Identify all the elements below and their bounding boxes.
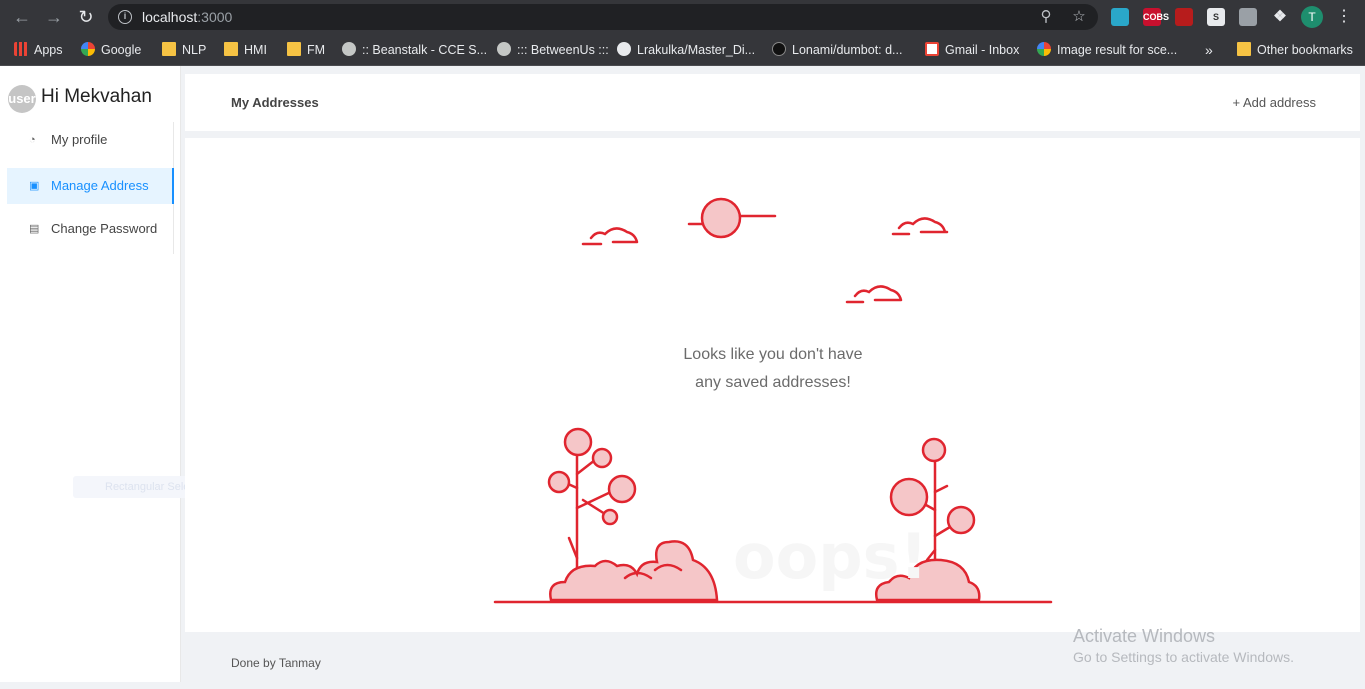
chrome-menu-icon[interactable]: ⋮ bbox=[1336, 7, 1352, 27]
globe-icon bbox=[497, 42, 511, 56]
bookmark-nlp[interactable]: NLP bbox=[162, 41, 206, 59]
bookmark-gmail[interactable]: Gmail - Inbox bbox=[925, 41, 1019, 59]
windows-activation-watermark: Activate Windows Go to Settings to activ… bbox=[1073, 625, 1294, 667]
sidebar: user Hi Mekvahan ◔ My profile ▣ Manage A… bbox=[0, 66, 181, 682]
globe-icon bbox=[342, 42, 356, 56]
github-icon bbox=[617, 42, 631, 56]
s-extension-icon[interactable]: S bbox=[1207, 8, 1225, 26]
bookmarks-bar: Apps Google NLP HMI FM :: Beanstalk - CC… bbox=[0, 34, 1365, 66]
ghost-extension-icon[interactable] bbox=[1111, 8, 1129, 26]
add-address-button[interactable]: + Add address bbox=[1233, 95, 1316, 110]
desktop-icon: ▣ bbox=[29, 180, 40, 192]
empty-state-message: Looks like you don't have any saved addr… bbox=[663, 341, 883, 397]
browser-toolbar: ← → ↻ i localhost:3000 ⚲ ☆ COBS S ❖ T ⋮ bbox=[0, 0, 1365, 34]
bookmark-image-result[interactable]: Image result for sce... bbox=[1037, 41, 1177, 59]
google-icon bbox=[81, 42, 95, 56]
oops-watermark-text: oops! bbox=[733, 520, 928, 593]
zoom-icon[interactable]: ⚲ bbox=[1037, 8, 1055, 26]
sidebar-item-my-profile[interactable]: ◔ My profile bbox=[7, 122, 174, 158]
empty-message-line-1: Looks like you don't have bbox=[683, 346, 863, 363]
pie-chart-icon: ◔ bbox=[29, 134, 36, 146]
forward-arrow-icon[interactable]: → bbox=[44, 7, 64, 27]
user-greeting: Hi Mekvahan bbox=[41, 86, 152, 107]
folder-icon bbox=[224, 42, 238, 56]
bookmark-google[interactable]: Google bbox=[81, 41, 141, 59]
lock-document-icon: ▤ bbox=[29, 223, 40, 235]
page-header: My Addresses + Add address bbox=[185, 74, 1360, 131]
bookmark-betweenus[interactable]: ::: BetweenUs ::: bbox=[497, 41, 609, 59]
folder-icon bbox=[1237, 42, 1251, 56]
sidebar-item-manage-address[interactable]: ▣ Manage Address bbox=[7, 168, 174, 204]
tree-fruit bbox=[921, 437, 947, 463]
apps-grid-icon bbox=[14, 42, 28, 56]
sidebar-item-change-password[interactable]: ▤ Change Password bbox=[7, 211, 174, 247]
cloud-icon bbox=[581, 227, 639, 246]
reload-icon[interactable]: ↻ bbox=[76, 7, 96, 27]
sidebar-item-label: Manage Address bbox=[51, 178, 149, 193]
app-root: user Hi Mekvahan ◔ My profile ▣ Manage A… bbox=[0, 66, 1365, 689]
bookmark-other[interactable]: Other bookmarks bbox=[1237, 41, 1353, 59]
sun-icon bbox=[700, 197, 742, 239]
folder-icon bbox=[287, 42, 301, 56]
google-icon bbox=[1037, 42, 1051, 56]
cloud-icon bbox=[845, 285, 903, 304]
camera-extension-icon[interactable] bbox=[1239, 8, 1257, 26]
bookmark-lonami[interactable]: Lonami/dumbot: d... bbox=[772, 41, 902, 59]
sidebar-menu: ◔ My profile ▣ Manage Address ▤ Change P… bbox=[7, 122, 174, 254]
more-bookmarks-chevron-icon[interactable]: » bbox=[1205, 41, 1213, 59]
cloud-icon bbox=[891, 217, 949, 236]
github-icon bbox=[772, 42, 786, 56]
bookmark-hmi[interactable]: HMI bbox=[224, 41, 267, 59]
extensions-puzzle-icon[interactable]: ❖ bbox=[1271, 8, 1289, 26]
site-info-icon[interactable]: i bbox=[118, 10, 132, 24]
page-title: My Addresses bbox=[231, 95, 319, 110]
watermark-subtitle: Go to Settings to activate Windows. bbox=[1073, 649, 1294, 665]
sidebar-item-label: My profile bbox=[51, 132, 108, 147]
bookmark-star-icon[interactable]: ☆ bbox=[1070, 8, 1088, 26]
profile-avatar[interactable]: T bbox=[1301, 6, 1323, 28]
tree-fruit bbox=[563, 427, 593, 457]
puzzle-red-extension-icon[interactable] bbox=[1175, 8, 1193, 26]
bookmark-fm[interactable]: FM bbox=[287, 41, 325, 59]
cobs-extension-icon[interactable]: COBS bbox=[1143, 8, 1169, 26]
sidebar-item-label: Change Password bbox=[51, 221, 158, 236]
watermark-title: Activate Windows bbox=[1073, 626, 1216, 646]
back-arrow-icon[interactable]: ← bbox=[12, 7, 32, 27]
gmail-icon bbox=[925, 42, 939, 56]
folder-icon bbox=[162, 42, 176, 56]
empty-message-line-2: any saved addresses! bbox=[695, 374, 851, 391]
bookmark-beanstalk[interactable]: :: Beanstalk - CCE S... bbox=[342, 41, 487, 59]
bush-left bbox=[549, 540, 719, 602]
avatar: user bbox=[8, 85, 36, 113]
empty-state-card: oops! Looks like you don't have any save… bbox=[185, 138, 1360, 632]
address-bar[interactable]: i localhost:3000 ⚲ ☆ bbox=[108, 4, 1098, 30]
bookmark-apps[interactable]: Apps bbox=[14, 41, 63, 59]
bookmark-lrakulka[interactable]: Lrakulka/Master_Di... bbox=[617, 41, 755, 59]
url-text[interactable]: localhost:3000 bbox=[142, 9, 232, 25]
footer-credit: Done by Tanmay bbox=[231, 656, 321, 670]
